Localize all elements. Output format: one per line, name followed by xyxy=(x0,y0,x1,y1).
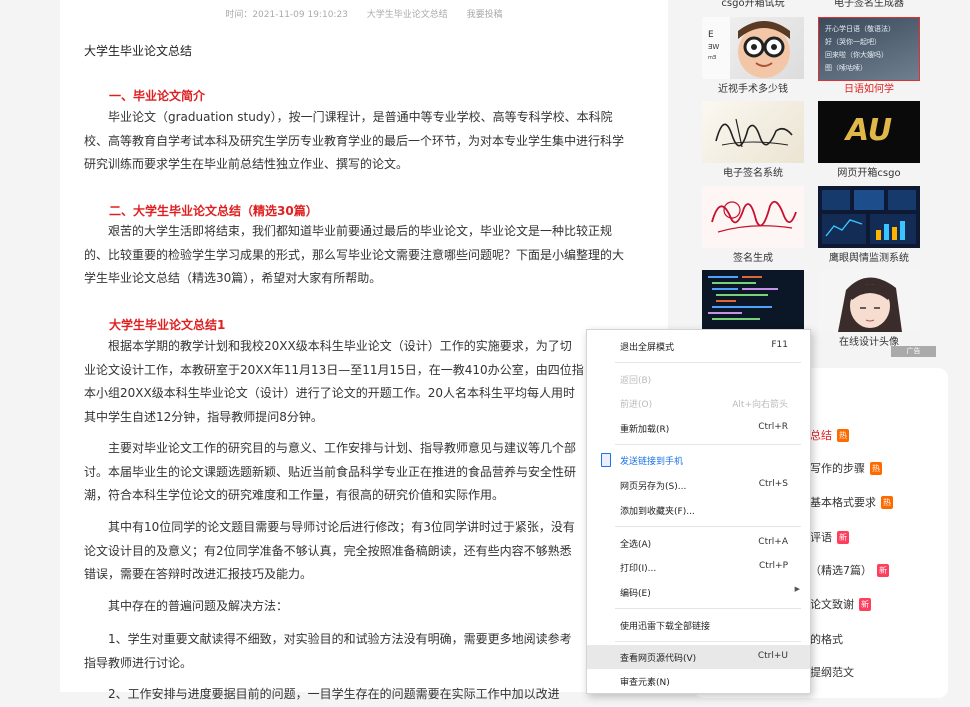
paragraph-issue-2: 2、工作安排与进度要据目前的问题，一目学生存在的问题需要在实际工作中加以改进 xyxy=(108,687,560,701)
paragraph-intro: 毕业论文（graduation study），按一门课程计，是普通中等专业学校、… xyxy=(84,110,625,171)
related-item[interactable]: 写作的步骤热 xyxy=(810,460,882,476)
subheading-summary-1: 大学生毕业论文总结1 xyxy=(109,318,226,332)
related-item[interactable]: （精选7篇）新 xyxy=(810,562,889,578)
phone-icon xyxy=(601,453,611,467)
thumb-caption-csgo-trial[interactable]: csgo开箱试玩 xyxy=(693,0,813,9)
menu-item-view-source[interactable]: 查看网页源代码(V) Ctrl+U xyxy=(587,645,810,669)
menu-item-exit-fullscreen[interactable]: 退出全屏模式 F11 xyxy=(587,334,810,358)
related-item[interactable]: 的格式 xyxy=(810,631,843,647)
menu-item-select-all[interactable]: 全选(A) Ctrl+A xyxy=(587,531,810,555)
related-item[interactable]: 提纲范文 xyxy=(810,664,854,680)
thumb-caption-signature-gen[interactable]: 签名生成 xyxy=(693,249,813,264)
menu-item-back[interactable]: 返回(B) xyxy=(587,367,810,391)
submit-link[interactable]: 我要投稿 xyxy=(467,10,503,20)
category-link[interactable]: 大学生毕业论文总结 xyxy=(367,10,448,20)
new-badge: 新 xyxy=(877,564,889,577)
japanese-note-line: 回来啦（你大嫂吗） xyxy=(825,51,888,59)
japanese-notes-photo[interactable]: 开心学日语（敬语法） 好（哭你一起吧） 回来啦（你大嫂吗） 图（嗦咕嗦） xyxy=(818,17,920,81)
section-heading-intro: 一、毕业论文简介 xyxy=(109,89,206,103)
thumb-caption-esign-system[interactable]: 电子签名系统 xyxy=(693,164,813,179)
glasses-boy-photo[interactable]: E ƎW mƎ xyxy=(702,17,804,79)
svg-text:mƎ: mƎ xyxy=(708,55,716,61)
paragraph-summary: 艰苦的大学生活即将结束，我们都知道毕业前要通过最后的毕业论文，毕业论文是一种比较… xyxy=(84,224,625,285)
menu-item-encoding[interactable]: 编码(E) ▶ xyxy=(587,580,810,604)
japanese-note-line: 好（哭你一起吧） xyxy=(825,38,881,46)
related-item[interactable]: 总结热 xyxy=(810,427,849,443)
thumb-caption-myopia[interactable]: 近视手术多少钱 xyxy=(693,80,813,95)
menu-item-reload[interactable]: 重新加载(R) Ctrl+R xyxy=(587,416,810,440)
svg-text:E: E xyxy=(708,30,714,40)
new-badge: 新 xyxy=(837,531,849,544)
au-logo-photo[interactable]: AU xyxy=(818,101,920,163)
menu-item-inspect[interactable]: 审查元素(N) xyxy=(587,669,810,693)
article-panel: 时间：2021-11-09 19:10:23 大学生毕业论文总结 我要投稿 大学… xyxy=(60,0,668,701)
hot-badge: 热 xyxy=(870,462,882,475)
paragraph-students: 其中有10位同学的论文题目需要与导师讨论后进行修改；有3位同学讲时过于紧张，没有… xyxy=(84,520,575,581)
japanese-note-line: 图（嗦咕嗦） xyxy=(825,64,867,72)
thumb-caption-monitor[interactable]: 鹰眼舆情监测系统 xyxy=(809,249,929,264)
thumb-caption-japanese[interactable]: 日语如何学 xyxy=(809,80,929,95)
paragraph-issue-1: 1、学生对重要文献读得不细致，对实验目的和试验方法没有明确，需要更多地阅读参考 … xyxy=(84,632,572,670)
hot-badge: 热 xyxy=(837,429,849,442)
thumb-caption-esign-generator[interactable]: 电子签名生成器 xyxy=(809,0,929,9)
menu-item-thunder-download[interactable]: 使用迅雷下载全部链接 xyxy=(587,613,810,637)
dashboard-photo[interactable] xyxy=(818,186,920,248)
menu-item-send-to-phone[interactable]: 发送链接到手机 xyxy=(587,448,810,472)
article-meta: 时间：2021-11-09 19:10:23 大学生毕业论文总结 我要投稿 xyxy=(60,7,668,20)
section-heading-summary: 二、大学生毕业论文总结（精选30篇） xyxy=(109,204,318,218)
svg-text:ƎW: ƎW xyxy=(708,43,719,51)
menu-separator xyxy=(615,362,801,363)
thumb-caption-csgo-web[interactable]: 网页开箱csgo xyxy=(809,164,929,179)
code-screen-photo[interactable] xyxy=(702,270,804,332)
ad-label[interactable]: 广告 xyxy=(891,346,936,357)
menu-separator xyxy=(615,444,801,445)
paragraph-plan: 根据本学期的教学计划和我校20XX级本科生毕业论文（设计）工作的实施要求，为了切… xyxy=(84,339,584,424)
article-title: 大学生毕业论文总结 xyxy=(84,44,193,58)
signature-photo[interactable] xyxy=(702,101,804,163)
menu-separator xyxy=(615,608,801,609)
related-item[interactable]: 基本格式要求热 xyxy=(810,494,893,510)
menu-item-add-favorite[interactable]: 添加到收藏夹(F)... xyxy=(587,498,810,522)
paragraph-problems: 其中存在的普遍问题及解决方法： xyxy=(108,599,289,613)
paragraph-research: 主要对毕业论文工作的研究目的与意义、工作安排与计划、指导教师意见与建议等几个部 … xyxy=(84,441,577,502)
menu-separator xyxy=(615,641,801,642)
hot-badge: 热 xyxy=(881,496,893,509)
menu-item-forward[interactable]: 前进(O) Alt+向右箭头 xyxy=(587,391,810,415)
submenu-arrow-icon: ▶ xyxy=(794,585,800,593)
related-item[interactable]: 评语新 xyxy=(810,529,849,545)
japanese-note-line: 开心学日语（敬语法） xyxy=(825,25,895,33)
menu-separator xyxy=(615,526,801,527)
context-menu: 退出全屏模式 F11 返回(B) 前进(O) Alt+向右箭头 重新加载(R) Ctr… xyxy=(586,329,811,694)
menu-item-save-as[interactable]: 网页另存为(S)... Ctrl+S xyxy=(587,473,810,497)
red-signature-photo[interactable] xyxy=(702,186,804,248)
publish-time: 时间：2021-11-09 19:10:23 xyxy=(225,10,348,20)
menu-item-print[interactable]: 打印(I)... Ctrl+P xyxy=(587,555,810,579)
related-item[interactable]: 论文致谢新 xyxy=(810,596,871,612)
anime-avatar-photo[interactable] xyxy=(818,270,920,332)
new-badge: 新 xyxy=(859,598,871,611)
